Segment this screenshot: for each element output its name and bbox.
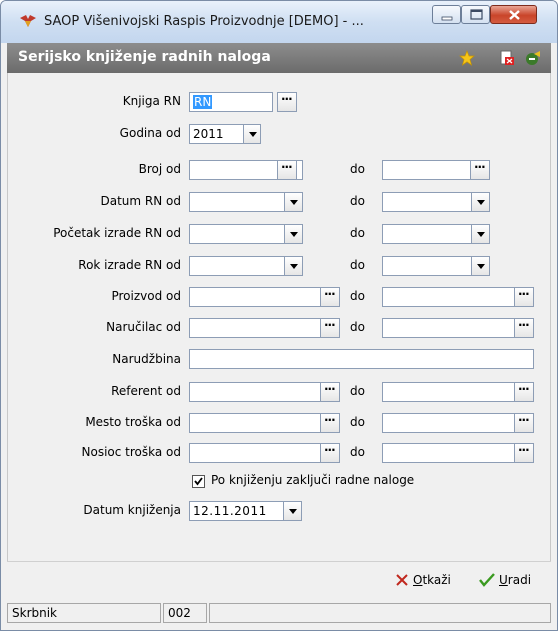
nosioc-troska-od-browse-button[interactable]: ··· xyxy=(320,443,340,463)
rok-izrade-od-label: Rok izrade RN od xyxy=(78,258,181,272)
pocetak-izrade-do-label: do xyxy=(350,226,365,240)
cancel-x-icon xyxy=(396,574,408,586)
action-bar: Otkaži Uradi xyxy=(7,561,551,601)
datum-knjizenja-dropdown-button[interactable] xyxy=(283,501,302,521)
cancel-label: tkaži xyxy=(422,573,451,587)
zakljuci-label[interactable]: Po knjiženju zaključi radne naloge xyxy=(211,473,414,487)
ok-accel: U xyxy=(499,573,508,587)
mesto-troska-do-browse-button[interactable]: ··· xyxy=(514,413,534,433)
knjiga-rn-browse-button[interactable]: ··· xyxy=(277,92,297,112)
status-extra xyxy=(209,603,551,623)
proizvod-od-browse-button[interactable]: ··· xyxy=(320,287,340,307)
close-button[interactable] xyxy=(490,5,537,24)
pocetak-izrade-od-dropdown-button[interactable] xyxy=(284,224,303,244)
zakljuci-checkbox[interactable] xyxy=(192,475,205,488)
narucilac-do-input[interactable] xyxy=(382,318,534,338)
window-title: SAOP Višenivojski Raspis Proizvodnje [DE… xyxy=(44,14,364,29)
proizvod-do-label: do xyxy=(350,289,365,303)
godina-od-value: 2011 xyxy=(193,127,224,141)
datum-knjizenja-value: 12.11.2011 xyxy=(193,504,267,518)
referent-od-browse-button[interactable]: ··· xyxy=(320,382,340,402)
mesto-troska-od-browse-button[interactable]: ··· xyxy=(320,413,340,433)
pocetak-izrade-od-label: Početak izrade RN od xyxy=(53,226,181,240)
status-code: 002 xyxy=(163,603,207,623)
proizvod-do-input[interactable] xyxy=(382,287,534,307)
knjiga-rn-value: RN xyxy=(193,95,213,109)
app-window: SAOP Višenivojski Raspis Proizvodnje [DE… xyxy=(0,0,558,631)
mesto-troska-do-input[interactable] xyxy=(382,413,534,433)
status-user: Skrbnik xyxy=(7,603,161,623)
datum-rn-do-label: do xyxy=(350,194,365,208)
godina-od-label: Godina od xyxy=(119,126,181,140)
narucilac-od-input[interactable] xyxy=(189,318,339,338)
narucilac-do-label: do xyxy=(350,320,365,334)
referent-od-input[interactable] xyxy=(189,382,339,402)
app-logo-icon xyxy=(20,15,36,27)
nosioc-troska-od-label: Nosioc troška od xyxy=(81,445,182,459)
proizvod-od-label: Proizvod od xyxy=(111,289,181,303)
nosioc-troska-do-input[interactable] xyxy=(382,443,534,463)
datum-rn-od-label: Datum RN od xyxy=(100,194,182,208)
exit-icon[interactable] xyxy=(525,50,541,66)
nosioc-troska-do-label: do xyxy=(350,445,365,459)
rok-izrade-do-dropdown-button[interactable] xyxy=(471,256,490,276)
checkmark-icon xyxy=(194,477,203,486)
referent-do-input[interactable] xyxy=(382,382,534,402)
status-bar: Skrbnik 002 xyxy=(7,601,551,626)
ok-button[interactable]: Uradi xyxy=(479,573,531,587)
broj-do-label: do xyxy=(350,162,365,176)
proizvod-od-input[interactable] xyxy=(189,287,339,307)
form-title: Serijsko knjiženje radnih naloga xyxy=(18,49,271,65)
mesto-troska-od-input[interactable] xyxy=(189,413,339,433)
broj-od-label: Broj od xyxy=(138,162,181,176)
datum-rn-do-dropdown-button[interactable] xyxy=(471,192,490,212)
pocetak-izrade-do-dropdown-button[interactable] xyxy=(471,224,490,244)
filter-form: Knjiga RN RN ··· Godina od 2011 Broj od … xyxy=(7,73,551,561)
narudzbina-label: Narudžbina xyxy=(112,352,181,366)
referent-do-label: do xyxy=(350,384,365,398)
form-header: Serijsko knjiženje radnih naloga xyxy=(7,43,551,73)
maximize-button[interactable] xyxy=(461,5,490,24)
narucilac-od-browse-button[interactable]: ··· xyxy=(320,318,340,338)
title-bar[interactable]: SAOP Višenivojski Raspis Proizvodnje [DE… xyxy=(1,1,557,43)
ok-check-icon xyxy=(479,573,495,587)
referent-od-label: Referent od xyxy=(111,384,181,398)
referent-do-browse-button[interactable]: ··· xyxy=(514,382,534,402)
star-icon[interactable] xyxy=(459,50,475,66)
rok-izrade-od-dropdown-button[interactable] xyxy=(284,256,303,276)
mesto-troska-od-label: Mesto troška od xyxy=(85,415,181,429)
rok-izrade-do-label: do xyxy=(350,258,365,272)
datum-knjizenja-label: Datum knjiženja xyxy=(83,503,181,517)
narucilac-od-label: Naručilac od xyxy=(106,320,181,334)
knjiga-rn-input[interactable]: RN xyxy=(189,92,273,112)
minimize-button[interactable] xyxy=(432,5,461,24)
broj-od-browse-button[interactable]: ··· xyxy=(277,160,297,180)
broj-do-browse-button[interactable]: ··· xyxy=(470,160,490,180)
ok-label: radi xyxy=(507,573,532,587)
mesto-troska-do-label: do xyxy=(350,415,365,429)
proizvod-do-browse-button[interactable]: ··· xyxy=(514,287,534,307)
delete-doc-icon[interactable] xyxy=(499,50,515,66)
narucilac-do-browse-button[interactable]: ··· xyxy=(514,318,534,338)
datum-rn-od-dropdown-button[interactable] xyxy=(284,192,303,212)
nosioc-troska-od-input[interactable] xyxy=(189,443,339,463)
narudzbina-input[interactable] xyxy=(189,349,534,369)
nosioc-troska-do-browse-button[interactable]: ··· xyxy=(514,443,534,463)
godina-od-dropdown-button[interactable] xyxy=(243,124,261,144)
cancel-button[interactable]: Otkaži xyxy=(395,573,451,587)
knjiga-rn-label: Knjiga RN xyxy=(122,94,181,108)
